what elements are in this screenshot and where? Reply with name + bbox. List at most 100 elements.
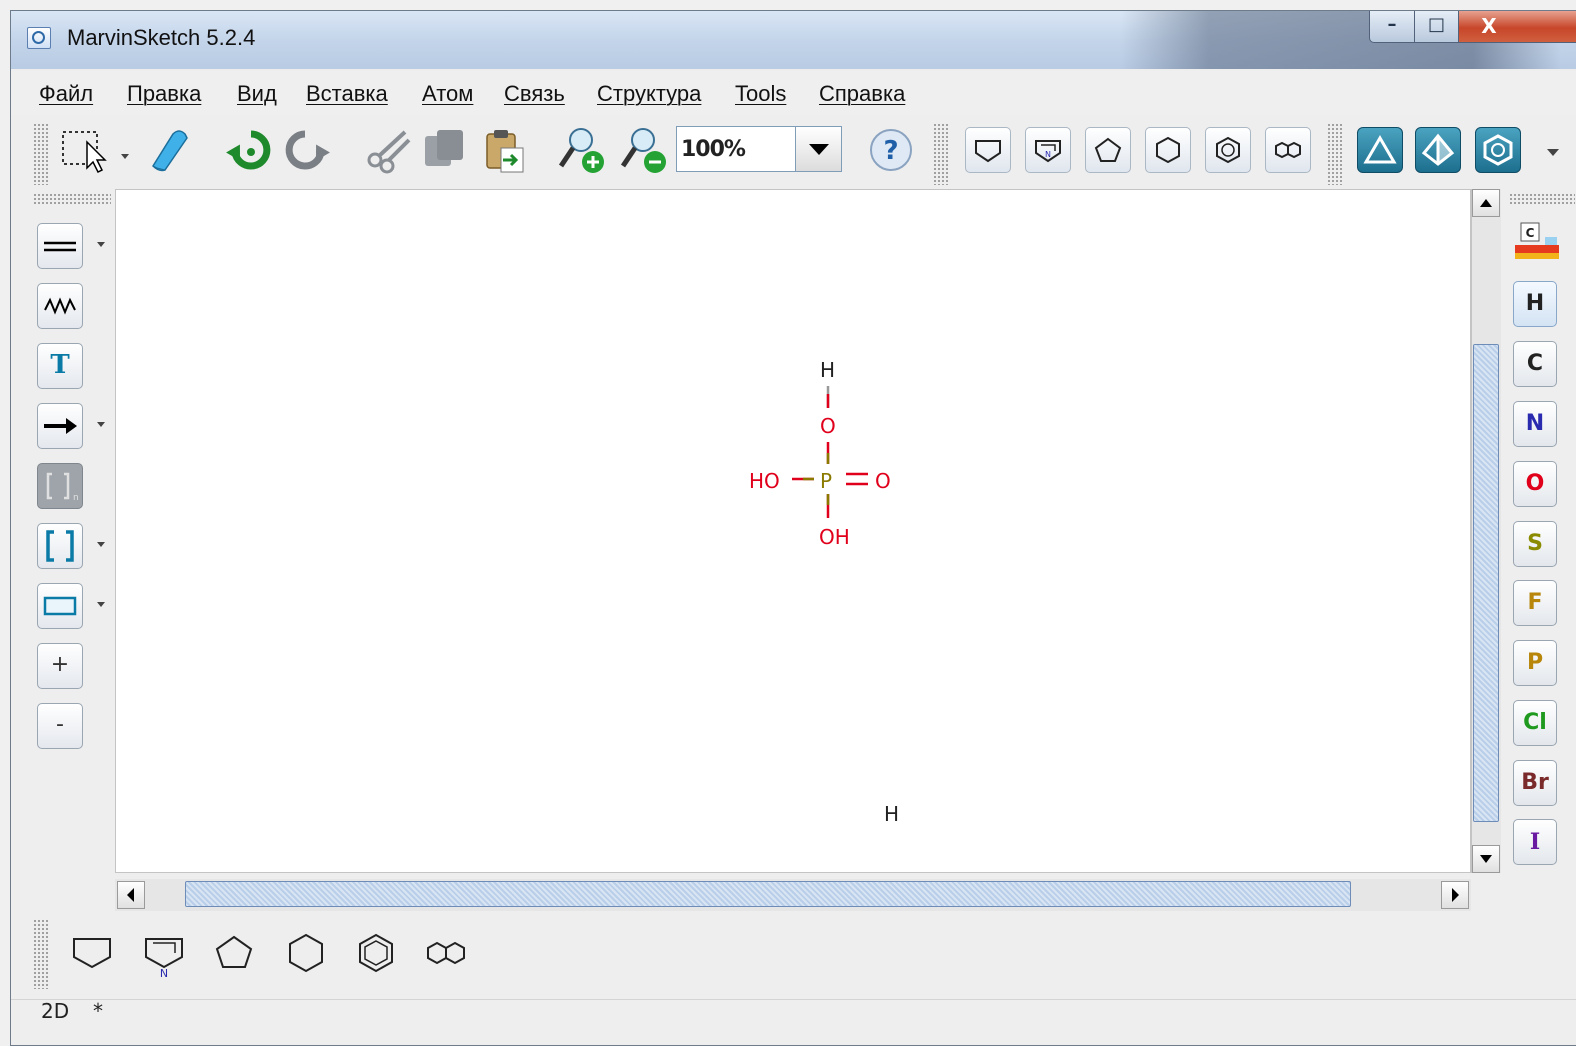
atom-h-stray[interactable]: H	[884, 802, 899, 826]
menu-structure[interactable]: Структура	[597, 81, 701, 107]
cyclohexane-chair-template-icon	[73, 938, 111, 969]
toolbar-overflow-arrow[interactable]	[1547, 149, 1559, 156]
cyclohexane-chair-template-button[interactable]	[965, 127, 1011, 173]
redo-button[interactable]	[283, 126, 331, 174]
vertical-scroll-thumb[interactable]	[1473, 344, 1499, 822]
view-toolbar-grip[interactable]	[1327, 123, 1343, 185]
undo-button[interactable]	[225, 126, 273, 174]
naphthalene-template-button[interactable]	[1265, 127, 1311, 173]
zoom-combobox[interactable]: 100%	[676, 126, 796, 172]
cyclohexane-template-icon	[1156, 136, 1180, 164]
menu-view[interactable]: Вид	[237, 81, 277, 107]
eraser-button[interactable]	[143, 126, 191, 174]
element-toolbar-grip[interactable]	[1509, 193, 1575, 205]
zoom-value: 100%	[681, 137, 746, 162]
scroll-up-icon	[1480, 199, 1492, 207]
periodic-table-button[interactable]: C	[1511, 217, 1559, 265]
bottom-naphthalene-template[interactable]	[421, 929, 471, 979]
3d-view-button[interactable]	[1415, 127, 1461, 173]
zoom-in-button[interactable]	[558, 126, 607, 174]
double-bond-button[interactable]	[37, 223, 83, 269]
bottom-pyrrolidine-template[interactable]: N	[139, 929, 189, 980]
element-cl-button[interactable]: Cl	[1513, 700, 1557, 746]
element-h-button[interactable]: H	[1513, 281, 1557, 327]
left-toolbar-grip[interactable]	[33, 193, 111, 205]
menu-insert[interactable]: Вставка	[306, 81, 388, 107]
reaction-arrow-button[interactable]	[37, 403, 83, 449]
element-i-button[interactable]: I	[1513, 819, 1557, 865]
template-toolbar-grip[interactable]	[933, 123, 949, 185]
status-modified: *	[93, 999, 103, 1023]
horizontal-scroll-thumb[interactable]	[185, 881, 1351, 907]
bond-menu-arrow[interactable]	[97, 242, 105, 247]
help-label: ?	[883, 136, 898, 166]
scroll-right-icon	[1452, 888, 1459, 902]
minimize-button[interactable]: –	[1369, 11, 1415, 43]
maximize-button[interactable]: □	[1415, 11, 1459, 43]
atom-ho-left[interactable]: HO	[749, 469, 780, 493]
atom-h-top[interactable]: H	[820, 358, 835, 382]
scroll-right-button[interactable]	[1441, 881, 1469, 909]
repeating-unit-button[interactable]: n	[37, 463, 83, 509]
atom-o-double[interactable]: O	[875, 469, 891, 493]
aromatic-view-button[interactable]	[1475, 127, 1521, 173]
element-o-button[interactable]: O	[1513, 461, 1557, 507]
element-p-button[interactable]: P	[1513, 640, 1557, 686]
bottom-cyclopentane-template[interactable]	[209, 929, 259, 979]
copy-button[interactable]	[421, 126, 469, 174]
vertical-scrollbar[interactable]	[1471, 189, 1501, 873]
zoom-out-button[interactable]	[620, 126, 669, 174]
menu-atom[interactable]: Атом	[422, 81, 473, 107]
bottom-cyclohexane-template[interactable]	[281, 929, 331, 979]
cut-button[interactable]	[365, 126, 413, 174]
cyclopentane-template-button[interactable]	[1085, 127, 1131, 173]
bracket-menu-arrow[interactable]	[97, 542, 105, 547]
shape-menu-arrow[interactable]	[97, 602, 105, 607]
rectangle-button[interactable]	[37, 583, 83, 629]
naphthalene-template-icon	[1275, 141, 1301, 159]
element-c-button[interactable]: C	[1513, 341, 1557, 387]
help-button[interactable]: ?	[867, 126, 915, 174]
element-f-button[interactable]: F	[1513, 580, 1557, 626]
pyrrolidine-template-button[interactable]: N	[1025, 127, 1071, 173]
arrow-menu-arrow[interactable]	[97, 422, 105, 427]
paste-button[interactable]	[481, 126, 529, 174]
marvinsketch-window: MarvinSketch 5.2.4 – □ X Файл Правка Вид…	[10, 10, 1576, 1046]
element-br-button[interactable]: Br	[1513, 760, 1557, 806]
menu-file[interactable]: Файл	[39, 81, 93, 107]
charge-plus-button[interactable]: +	[37, 643, 83, 689]
reaction-arrow-icon	[44, 418, 77, 434]
menu-bond[interactable]: Связь	[504, 81, 565, 107]
benzene-template-button[interactable]	[1205, 127, 1251, 173]
scroll-up-button[interactable]	[1472, 189, 1500, 217]
scroll-down-button[interactable]	[1472, 845, 1500, 873]
element-s-button[interactable]: S	[1513, 521, 1557, 567]
scroll-left-button[interactable]	[117, 881, 145, 909]
charge-minus-button[interactable]: -	[37, 703, 83, 749]
element-n-button[interactable]: N	[1513, 401, 1557, 447]
bracket-button[interactable]	[37, 523, 83, 569]
menu-help[interactable]: Справка	[819, 81, 905, 107]
atom-oh-bottom[interactable]: OH	[819, 525, 850, 549]
cyclohexane-template-button[interactable]	[1145, 127, 1191, 173]
double-bond-icon	[44, 241, 76, 252]
rectangle-icon	[43, 596, 77, 616]
selection-tool-button[interactable]	[59, 126, 129, 174]
chain-button[interactable]	[37, 283, 83, 329]
menu-tools[interactable]: Tools	[735, 81, 786, 107]
atom-p[interactable]: P	[820, 469, 832, 493]
close-button[interactable]: X	[1459, 11, 1576, 43]
zoom-in-icon	[558, 128, 604, 173]
atom-o-top[interactable]: O	[820, 414, 836, 438]
drawing-canvas[interactable]: H O HO P O OH H	[115, 189, 1471, 873]
bottom-toolbar-grip[interactable]	[33, 919, 49, 989]
toolbar-grip[interactable]	[33, 123, 49, 185]
menu-edit[interactable]: Правка	[127, 81, 201, 107]
close-icon: X	[1481, 14, 1497, 38]
text-tool-button[interactable]: T	[37, 343, 83, 389]
2d-view-button[interactable]	[1357, 127, 1403, 173]
horizontal-scrollbar[interactable]	[115, 879, 1471, 911]
bottom-cyclohexane-chair-template[interactable]	[67, 929, 117, 979]
bottom-benzene-template[interactable]	[351, 929, 401, 979]
zoom-dropdown-button[interactable]	[796, 126, 842, 172]
